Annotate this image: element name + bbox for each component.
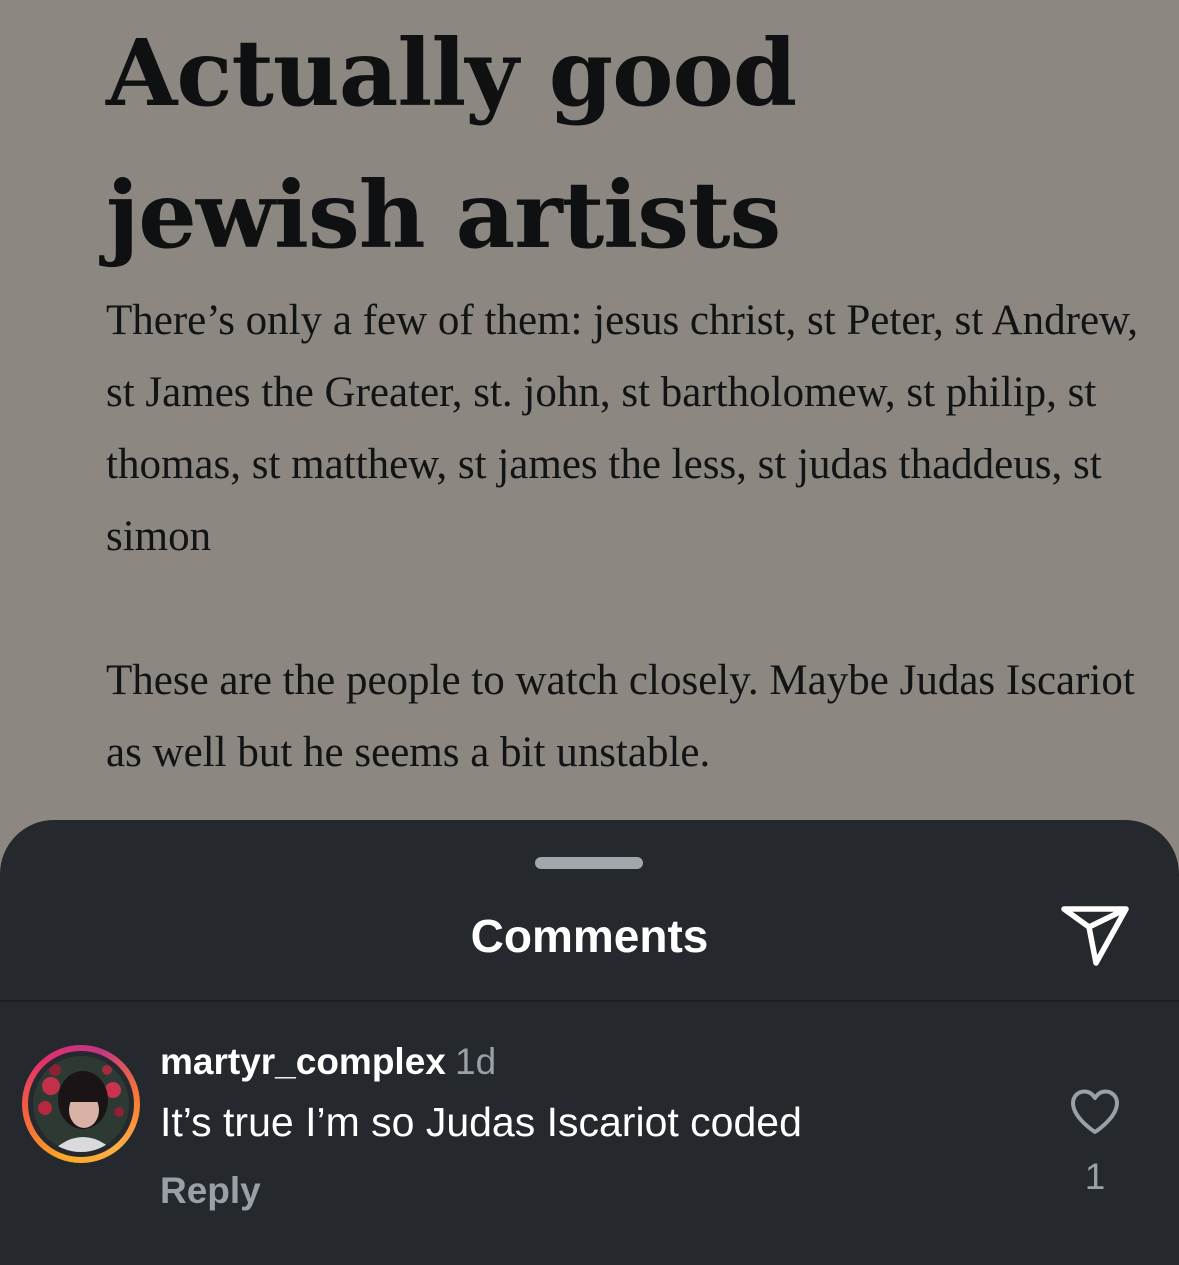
share-button[interactable]	[1058, 903, 1132, 969]
comments-sheet: Comments martyr_complex 1d It’s true I’m…	[0, 820, 1179, 1265]
avatar-photo	[33, 1056, 129, 1152]
comment-username[interactable]: martyr_complex	[160, 1040, 446, 1084]
comment-timestamp: 1d	[455, 1041, 497, 1082]
avatar	[28, 1051, 134, 1157]
reply-button[interactable]: Reply	[160, 1169, 261, 1213]
like-button[interactable]	[1069, 1088, 1121, 1136]
sheet-drag-handle[interactable]	[535, 857, 643, 869]
comment-item: martyr_complex 1d It’s true I’m so Judas…	[0, 1002, 1179, 1265]
post-paragraph: These are the people to watch closely. M…	[106, 657, 1135, 776]
like-count: 1	[1084, 1156, 1106, 1197]
post-card: Actually good jewish artists There’s onl…	[0, 0, 1179, 860]
post-title: Actually good jewish artists	[106, 19, 797, 269]
post-paragraph: There’s only a few of them: jesus christ…	[106, 297, 1139, 560]
heart-icon	[1071, 1089, 1119, 1134]
paper-plane-icon	[1061, 906, 1129, 966]
avatar-story-ring[interactable]	[22, 1045, 140, 1163]
comment-text: It’s true I’m so Judas Iscariot coded	[160, 1099, 802, 1145]
post-body: There’s only a few of them: jesus christ…	[106, 285, 1166, 789]
sheet-title: Comments	[470, 910, 709, 962]
